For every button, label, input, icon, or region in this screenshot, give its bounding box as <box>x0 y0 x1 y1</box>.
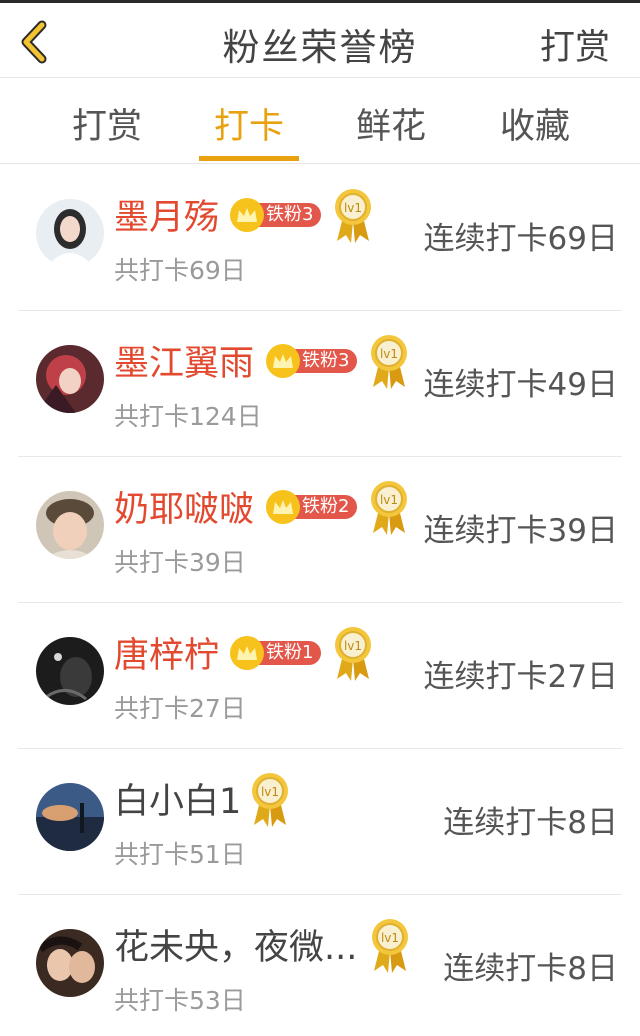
level-medal-icon: lv1 <box>371 335 408 389</box>
avatar[interactable] <box>36 345 104 413</box>
level-label: lv1 <box>380 347 398 361</box>
total-checkins: 共打卡51日 <box>114 840 246 869</box>
tab-label: 收藏 <box>499 107 570 147</box>
avatar[interactable] <box>36 637 104 705</box>
level-medal-icon: lv1 <box>252 773 288 827</box>
tab-checkin[interactable]: 打卡 <box>194 98 304 161</box>
badge-group: 铁粉3 lv1 <box>230 187 375 243</box>
level-medal-icon: lv1 <box>335 189 372 243</box>
total-checkins: 共打卡27日 <box>114 694 246 723</box>
tab-label: 鲜花 <box>355 107 426 147</box>
crown-icon <box>230 636 264 670</box>
streak-label: 连续打卡27日 <box>423 659 618 695</box>
crown-icon <box>266 344 300 378</box>
tab-label: 打赏 <box>71 107 142 147</box>
avatar[interactable] <box>36 929 104 997</box>
top-bar: 粉丝荣誉榜 打赏 <box>0 0 640 78</box>
fan-list: 墨月殇 铁粉3 lv1 共打卡69日 连续打卡69日 墨江翼雨 铁粉3 lv1 … <box>0 165 640 1036</box>
badge-group: lv1 <box>248 771 292 827</box>
total-checkins: 共打卡124日 <box>114 402 262 431</box>
level-label: lv1 <box>381 931 399 945</box>
badge-group: 铁粉1 lv1 <box>230 625 375 681</box>
level-label: lv1 <box>380 493 398 507</box>
tab-indicator <box>199 156 299 161</box>
fan-name: 唐梓柠 <box>114 636 220 676</box>
crown-icon <box>266 490 300 524</box>
level-label: lv1 <box>261 785 279 799</box>
avatar[interactable] <box>36 783 104 851</box>
total-checkins: 共打卡53日 <box>114 986 246 1015</box>
level-medal-icon: lv1 <box>371 481 408 535</box>
fan-level-badge: 铁粉1 <box>230 636 322 670</box>
fan-row[interactable]: 墨江翼雨 铁粉3 lv1 共打卡124日 连续打卡49日 <box>18 311 622 457</box>
fan-row[interactable]: 奶耶啵啵 铁粉2 lv1 共打卡39日 连续打卡39日 <box>18 457 622 603</box>
badge-group: 铁粉2 lv1 <box>266 479 411 535</box>
tab-flowers[interactable]: 鲜花 <box>336 98 446 149</box>
fan-name: 白小白1 <box>114 782 242 822</box>
level-label: lv1 <box>344 639 362 653</box>
fan-name: 墨月殇 <box>114 198 220 238</box>
avatar[interactable] <box>36 199 104 267</box>
streak-label: 连续打卡69日 <box>423 221 618 257</box>
badge-group: lv1 <box>368 917 412 973</box>
streak-label: 连续打卡39日 <box>423 513 618 549</box>
tab-bar: 打赏 打卡 鲜花 收藏 <box>0 78 640 164</box>
tab-label: 打卡 <box>213 107 284 147</box>
total-checkins: 共打卡69日 <box>114 256 246 285</box>
reward-button[interactable]: 打赏 <box>540 19 610 70</box>
total-checkins: 共打卡39日 <box>114 548 246 577</box>
fan-level-badge: 铁粉2 <box>266 490 358 524</box>
tab-reward[interactable]: 打赏 <box>52 98 162 149</box>
fan-row[interactable]: 唐梓柠 铁粉1 lv1 共打卡27日 连续打卡27日 <box>18 603 622 749</box>
level-medal-icon: lv1 <box>372 919 408 973</box>
fan-level-badge: 铁粉3 <box>266 344 358 378</box>
fan-level-badge: 铁粉3 <box>230 198 322 232</box>
streak-label: 连续打卡8日 <box>443 805 618 841</box>
streak-label: 连续打卡49日 <box>423 367 618 403</box>
tab-favorites[interactable]: 收藏 <box>480 98 590 149</box>
badge-group: 铁粉3 lv1 <box>266 333 411 389</box>
fan-row[interactable]: 墨月殇 铁粉3 lv1 共打卡69日 连续打卡69日 <box>18 165 622 311</box>
crown-icon <box>230 198 264 232</box>
fan-name: 墨江翼雨 <box>114 344 255 384</box>
fan-name: 奶耶啵啵 <box>114 490 255 530</box>
fan-row[interactable]: 花未央，夜微... lv1 共打卡53日 连续打卡8日 <box>18 895 622 1036</box>
fan-row[interactable]: 白小白1 lv1 共打卡51日 连续打卡8日 <box>18 749 622 895</box>
fan-name: 花未央，夜微... <box>114 928 358 968</box>
avatar[interactable] <box>36 491 104 559</box>
level-medal-icon: lv1 <box>335 627 372 681</box>
level-label: lv1 <box>344 201 362 215</box>
streak-label: 连续打卡8日 <box>443 951 618 987</box>
